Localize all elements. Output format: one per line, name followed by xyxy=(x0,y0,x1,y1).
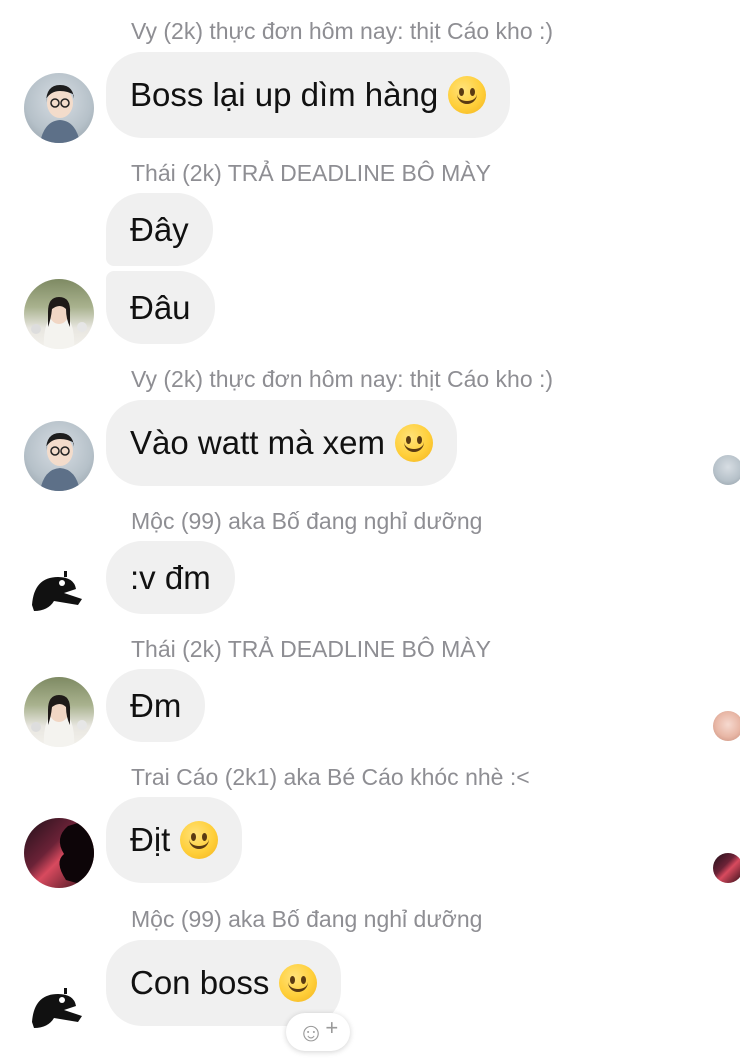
avatar-thai[interactable] xyxy=(24,677,94,747)
sender-name: Thái (2k) TRẢ DEADLINE BÔ MÀY xyxy=(131,160,491,186)
slightly-smiling-face-icon xyxy=(394,424,433,462)
message-bubble[interactable]: Vào watt mà xem xyxy=(106,400,457,486)
avatar-thai[interactable] xyxy=(24,279,94,349)
sender-name: Vy (2k) thực đơn hôm nay: thịt Cáo kho :… xyxy=(131,18,554,44)
sender-name: Thái (2k) TRẢ DEADLINE BÔ MÀY xyxy=(131,636,491,662)
message-bubble[interactable]: Đâu xyxy=(106,271,215,344)
sender-name: Mộc (99) aka Bố đang nghỉ dưỡng xyxy=(131,906,483,932)
message-bubble[interactable]: Boss lại up dìm hàng xyxy=(106,52,511,138)
avatar-moc[interactable] xyxy=(24,972,94,1042)
message-bubble[interactable]: Đm xyxy=(106,669,206,742)
read-receipt-avatar xyxy=(713,853,740,883)
message-text: Con boss xyxy=(130,964,270,1001)
plus-icon: + xyxy=(325,1015,339,1040)
sender-name: Trai Cáo (2k1) aka Bé Cáo khóc nhè :< xyxy=(131,764,530,790)
read-receipt-avatar xyxy=(713,711,740,741)
sender-name: Vy (2k) thực đơn hôm nay: thịt Cáo kho :… xyxy=(131,366,554,392)
avatar-trai-cao[interactable] xyxy=(24,818,94,888)
message-bubble[interactable]: :v đm xyxy=(106,541,235,614)
avatar-moc[interactable] xyxy=(24,555,94,625)
message-text: Địt xyxy=(130,821,171,858)
avatar-vy[interactable] xyxy=(24,73,94,143)
message-bubble[interactable]: Đây xyxy=(106,193,213,266)
message-bubble[interactable]: Địt xyxy=(106,797,243,883)
message-text: Đây xyxy=(130,210,189,248)
sender-name: Mộc (99) aka Bố đang nghỉ dưỡng xyxy=(131,508,483,534)
message-text: Đm xyxy=(130,686,182,724)
slightly-smiling-face-icon xyxy=(279,964,318,1002)
add-reaction-button[interactable]: ☺ + xyxy=(286,1013,350,1051)
message-text: Boss lại up dìm hàng xyxy=(130,76,439,113)
message-text: Vào watt mà xem xyxy=(130,424,385,461)
slightly-smiling-face-icon xyxy=(180,821,219,859)
read-receipt-avatar xyxy=(713,455,740,485)
slightly-smiling-face-icon xyxy=(448,76,487,114)
message-text: :v đm xyxy=(130,558,211,596)
avatar-vy[interactable] xyxy=(24,421,94,491)
add-reaction-icon: ☺ xyxy=(297,1016,325,1047)
message-text: Đâu xyxy=(130,288,191,326)
